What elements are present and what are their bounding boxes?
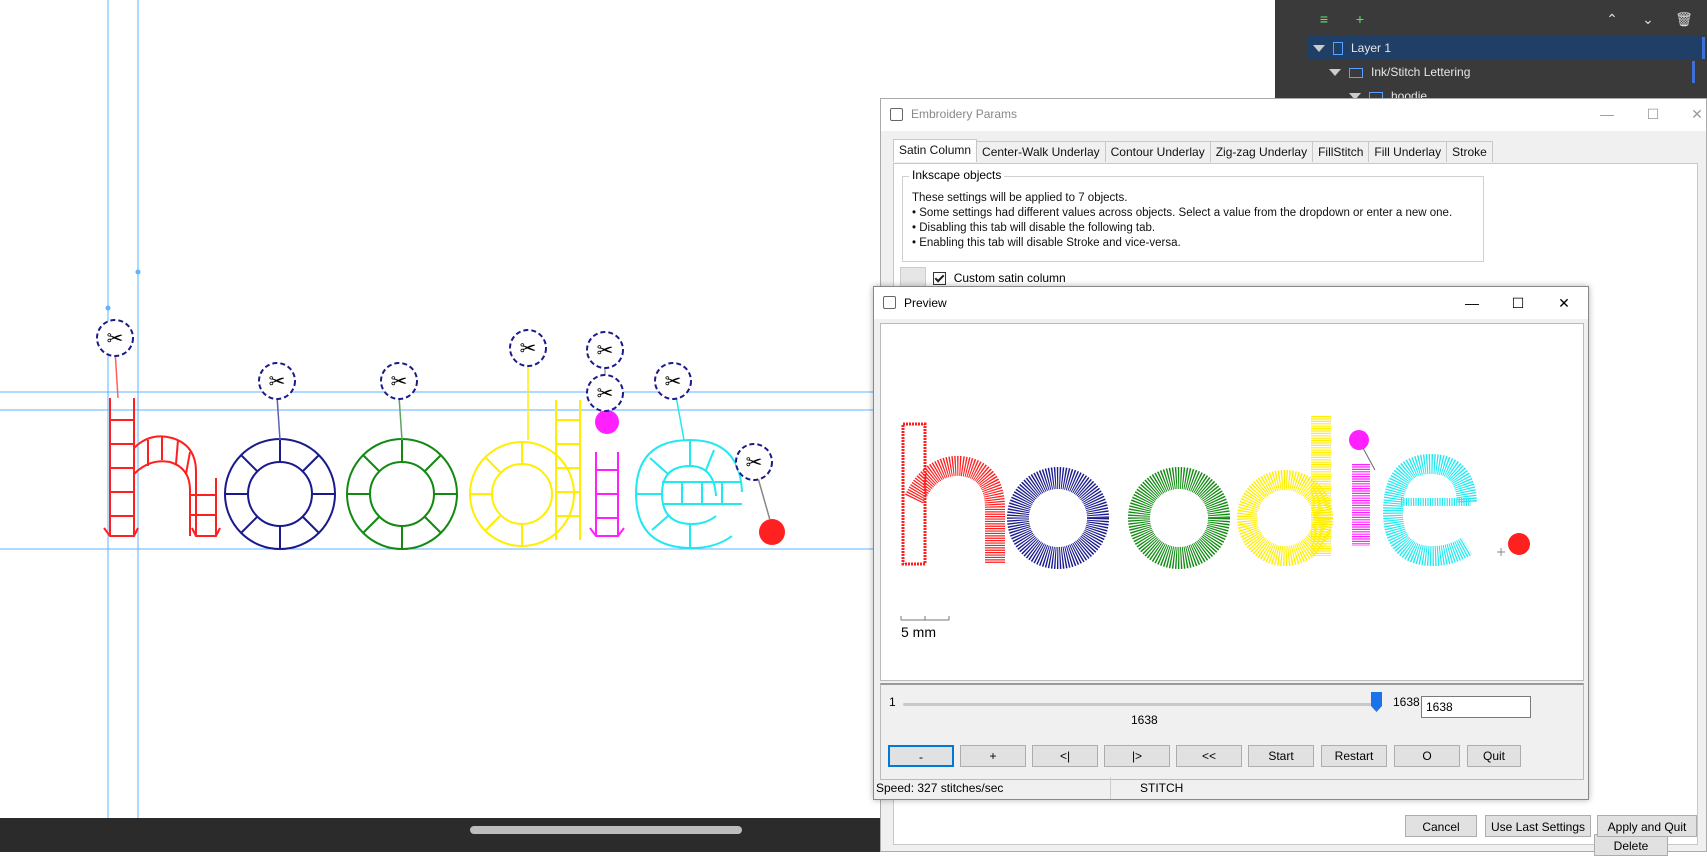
status-divider [1110, 777, 1111, 799]
use-last-settings-button[interactable]: Use Last Settings [1485, 815, 1591, 837]
minimize-icon[interactable]: — [1587, 103, 1627, 125]
slider-handle[interactable] [1371, 692, 1382, 712]
info-line: • Disabling this tab will disable the fo… [912, 222, 1156, 234]
letter-h-satin[interactable] [103, 398, 221, 537]
tab-center-walk-underlay[interactable]: Center-Walk Underlay [976, 141, 1106, 162]
add-layer-icon[interactable]: ≡ [1311, 8, 1337, 30]
chevron-up-icon[interactable]: ⌃ [1599, 8, 1625, 30]
minimize-icon[interactable]: — [1452, 292, 1492, 314]
close-icon[interactable]: ✕ [1544, 292, 1584, 314]
stitch-letter-o1 [1007, 467, 1109, 569]
layer-row-layer1[interactable]: Layer 1 [1307, 36, 1705, 60]
start-button[interactable]: Start [1248, 745, 1314, 767]
custom-satin-checkbox[interactable] [933, 271, 947, 285]
svg-text:✂: ✂ [520, 336, 537, 360]
scale-label: 5 mm [901, 624, 936, 640]
tab-zigzag-underlay[interactable]: Zig-zag Underlay [1209, 141, 1314, 162]
window-title: Preview [904, 296, 947, 310]
tab-fill-underlay[interactable]: Fill Underlay [1368, 141, 1448, 162]
stitch-letter-i [1349, 430, 1376, 546]
stitch-letter-e [1382, 453, 1477, 567]
stitch-slider[interactable] [903, 703, 1378, 706]
expand-icon[interactable] [1329, 69, 1341, 77]
stitch-number-input[interactable]: 1638 [1421, 696, 1531, 718]
layer-color-bar [1692, 61, 1695, 83]
period-dot[interactable] [759, 519, 785, 545]
restart-button[interactable]: Restart [1321, 745, 1387, 767]
cancel-button[interactable]: Cancel [1405, 815, 1477, 837]
svg-text:✂: ✂ [391, 369, 408, 393]
svg-text:✂: ✂ [597, 381, 614, 405]
tab-stroke[interactable]: Stroke [1446, 141, 1493, 162]
maximize-icon[interactable]: ☐ [1498, 292, 1538, 314]
step-forward-button[interactable]: |> [1104, 745, 1170, 767]
horizontal-scrollbar[interactable] [470, 826, 742, 834]
guides [0, 0, 880, 818]
layers-panel: ≡ + ⌃ ⌄ 🗑 Layer 1 Ink/Stitch Lettering h… [1275, 0, 1707, 110]
svg-text:✂: ✂ [269, 369, 286, 393]
letter-d-satin[interactable] [469, 400, 581, 547]
info-line: • Enabling this tab will disable Stroke … [912, 237, 1181, 249]
preview-controls: 1 1638 1638 1638 - + <| |> << Start Rest… [880, 683, 1584, 780]
layer-row-lettering[interactable]: Ink/Stitch Lettering [1329, 60, 1707, 84]
quit-button[interactable]: Quit [1467, 745, 1521, 767]
rewind-button[interactable]: << [1176, 745, 1242, 767]
preview-window: Preview — ☐ ✕ 5 mm 1 1638 1638 1638 - + … [873, 286, 1589, 800]
chevron-down-icon[interactable]: ⌄ [1635, 8, 1661, 30]
app-icon [883, 296, 896, 309]
slider-max-label: 1638 [1393, 695, 1420, 709]
custom-satin-label: Custom satin column [953, 271, 1066, 285]
apply-and-quit-button[interactable]: Apply and Quit [1597, 815, 1697, 837]
layer-icon [1333, 42, 1343, 56]
info-line: These settings will be applied to 7 obje… [912, 192, 1128, 204]
trim-markers: ✂ ✂ ✂ ✂ ✂ ✂ ✂ ✂ [96, 319, 773, 481]
stitch-preview-canvas[interactable]: 5 mm [880, 323, 1584, 681]
tab-satin-column[interactable]: Satin Column [893, 139, 978, 162]
letter-o2-satin[interactable] [346, 438, 458, 550]
tab-contour-underlay[interactable]: Contour Underlay [1104, 141, 1211, 162]
letter-e-satin[interactable] [634, 438, 743, 550]
trash-icon[interactable]: 🗑 [1671, 8, 1697, 30]
letter-o1-satin[interactable] [224, 438, 336, 550]
mode-text: STITCH [1140, 781, 1184, 795]
letter-i-satin[interactable] [589, 452, 625, 537]
stitch-letter-d [1237, 416, 1333, 566]
app-icon [890, 108, 903, 121]
add-sublayer-icon[interactable]: + [1347, 8, 1373, 30]
svg-text:✂: ✂ [746, 450, 763, 474]
scale-bar [900, 616, 950, 621]
layer-label: Layer 1 [1351, 41, 1392, 55]
slider-min-label: 1 [889, 695, 896, 709]
stitch-letter-o2 [1128, 467, 1230, 569]
inkscape-objects-group: Inkscape objects These settings will be … [902, 168, 1484, 262]
letter-i-dot[interactable] [595, 410, 619, 434]
params-tabs: Satin Column Center-Walk Underlay Contou… [893, 139, 1493, 163]
svg-text:✂: ✂ [665, 369, 682, 393]
params-titlebar: Embroidery Params — ☐ ✕ [881, 99, 1706, 131]
expand-icon[interactable] [1313, 45, 1325, 53]
layer-color-bar [1702, 37, 1705, 59]
speed-text: Speed: 327 stitches/sec [876, 781, 1004, 795]
group-title: Inkscape objects [909, 168, 1005, 182]
plus-button[interactable]: + [960, 745, 1026, 767]
tab-fillstitch[interactable]: FillStitch [1312, 141, 1370, 162]
svg-text:✂: ✂ [597, 338, 614, 362]
preview-statusbar: Speed: 327 stitches/sec STITCH [874, 777, 1588, 799]
stitch-period [1497, 533, 1530, 556]
minus-button[interactable]: - [888, 745, 954, 767]
maximize-icon[interactable]: ☐ [1633, 103, 1673, 125]
stitch-letter-h [901, 422, 1005, 566]
o-button[interactable]: O [1394, 745, 1460, 767]
svg-text:✂: ✂ [107, 326, 124, 350]
window-title: Embroidery Params [911, 107, 1018, 121]
step-back-button[interactable]: <| [1032, 745, 1098, 767]
group-icon [1349, 67, 1363, 78]
stitch-preview-art [900, 416, 1530, 621]
info-line: • Some settings had different values acr… [912, 207, 1453, 219]
slider-value-label: 1638 [1131, 713, 1158, 727]
layer-label: Ink/Stitch Lettering [1371, 65, 1471, 79]
close-icon[interactable]: ✕ [1677, 103, 1707, 125]
preview-titlebar: Preview — ☐ ✕ [874, 287, 1588, 319]
